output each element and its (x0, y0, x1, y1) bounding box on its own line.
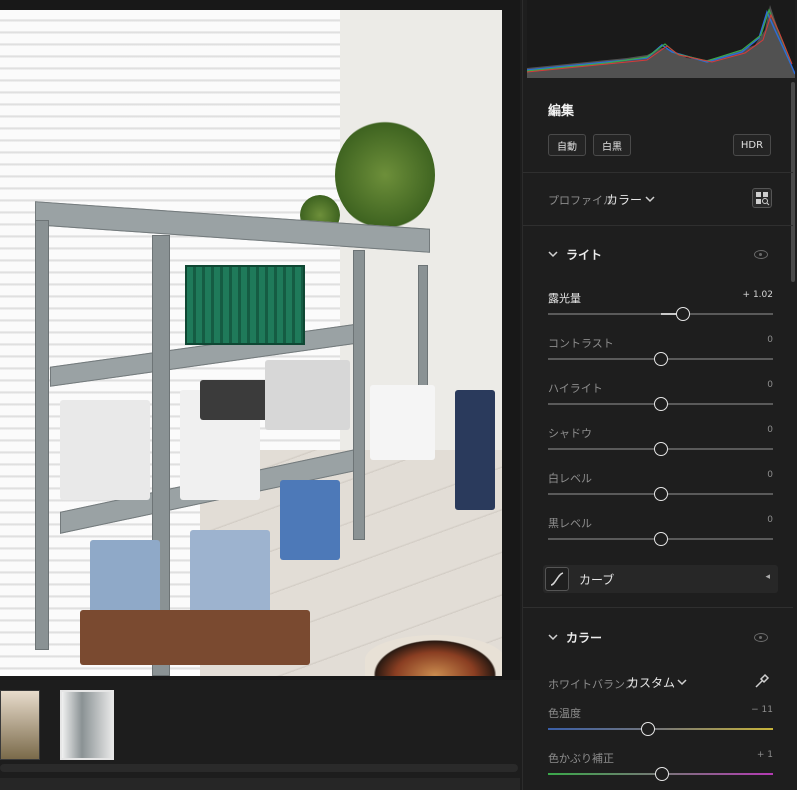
slider-value[interactable]: − 11 (751, 705, 773, 715)
slider-label: シャドウ (548, 427, 592, 440)
main-photo (0, 10, 502, 676)
white-boxes (370, 385, 435, 460)
light-section-title[interactable]: ライト (566, 246, 602, 263)
curve-label: カーブ (579, 573, 615, 587)
slider-knob[interactable] (654, 767, 669, 781)
slider-knob[interactable] (653, 397, 668, 411)
photo-canvas[interactable] (0, 0, 520, 680)
slider-label: 露光量 (548, 292, 581, 305)
rack-post (353, 250, 365, 540)
filmstrip (0, 680, 520, 790)
slider-row: 色かぶり補正 + 1 (548, 750, 773, 790)
black-white-button[interactable]: 白黒 (593, 134, 631, 156)
chevron-down-icon[interactable] (548, 633, 558, 641)
slider-label: 白レベル (548, 472, 592, 485)
slider-value[interactable]: 0 (767, 380, 773, 390)
divider (523, 607, 793, 608)
white-balance-dropdown[interactable]: カスタム (627, 674, 675, 691)
eye-icon[interactable] (754, 250, 768, 259)
slider-value[interactable]: 0 (767, 425, 773, 435)
slider-knob[interactable] (653, 532, 668, 546)
caret-left-icon: ◂ (765, 572, 770, 582)
slider-value[interactable]: 0 (767, 335, 773, 345)
slider-row: 白レベル 0 (548, 470, 773, 510)
slider-value[interactable]: 0 (767, 515, 773, 525)
slider-label: 色温度 (548, 707, 581, 720)
slider-knob[interactable] (641, 722, 656, 736)
slider-row: シャドウ 0 (548, 425, 773, 465)
slider-label: ハイライト (548, 382, 603, 395)
slider-row: ハイライト 0 (548, 380, 773, 420)
edit-title: 編集 (548, 104, 575, 119)
slider-label: 色かぶり補正 (548, 752, 614, 765)
hdr-button[interactable]: HDR (733, 134, 771, 156)
color-section-title[interactable]: カラー (566, 629, 602, 646)
rack-post (35, 220, 49, 650)
slider-value[interactable]: + 1.02 (743, 290, 773, 300)
slider-knob[interactable] (676, 307, 691, 321)
slider-value[interactable]: 0 (767, 470, 773, 480)
rug (365, 635, 502, 676)
histogram (526, 0, 796, 78)
chair (455, 390, 495, 510)
eyedropper-icon[interactable] (753, 672, 771, 690)
profile-label: プロファイル (548, 194, 614, 207)
green-basket (185, 265, 305, 345)
slider-row: 色温度 − 11 (548, 705, 773, 745)
chevron-down-icon[interactable] (645, 195, 655, 203)
panel-scrollbar[interactable] (791, 82, 795, 282)
blue-clothes (280, 480, 340, 560)
slider-knob[interactable] (653, 487, 668, 501)
curve-row[interactable]: カーブ ◂ (543, 565, 778, 593)
slider-row: コントラスト 0 (548, 335, 773, 375)
plant (335, 120, 435, 230)
jeans (190, 530, 270, 615)
corduroy-pants (80, 610, 310, 665)
white-balance-label: ホワイトバランス (548, 678, 636, 691)
slider-value[interactable]: + 1 (757, 750, 773, 760)
auto-button[interactable]: 自動 (548, 134, 586, 156)
slider-knob[interactable] (653, 442, 668, 456)
folded-clothes (60, 400, 150, 500)
folded-clothes (265, 360, 350, 430)
edit-panel: 編集 自動 白黒 HDR プロファイル カラー ライト 露光量 + 1.02 コント… (522, 0, 797, 790)
chevron-down-icon[interactable] (677, 678, 687, 686)
histogram-graph (526, 5, 796, 78)
bottom-bar (0, 778, 520, 790)
filmstrip-thumbnail-selected[interactable] (60, 690, 114, 760)
eye-icon[interactable] (754, 633, 768, 642)
slider-label: 黒レベル (548, 517, 592, 530)
slider-label: コントラスト (548, 337, 614, 350)
filmstrip-scrollbar[interactable] (0, 764, 518, 772)
chevron-down-icon[interactable] (548, 250, 558, 258)
profile-browser-icon[interactable] (752, 188, 772, 208)
slider-row: 露光量 + 1.02 (548, 290, 773, 330)
slider-track[interactable] (548, 728, 773, 730)
slider-row: 黒レベル 0 (548, 515, 773, 555)
curve-icon (545, 567, 569, 591)
divider (523, 172, 793, 173)
divider (523, 225, 793, 226)
jeans (90, 540, 160, 620)
slider-knob[interactable] (653, 352, 668, 366)
filmstrip-thumbnail[interactable] (0, 690, 40, 760)
profile-dropdown[interactable]: カラー (606, 191, 642, 208)
